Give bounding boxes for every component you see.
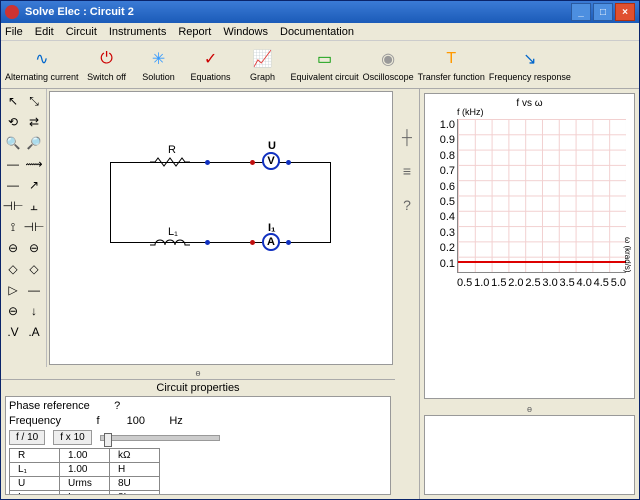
palette-tool-3[interactable]: ⇄ bbox=[24, 112, 44, 132]
menu-documentation[interactable]: Documentation bbox=[280, 26, 354, 38]
menu-file[interactable]: File bbox=[5, 26, 23, 38]
toolbar-transfer-function[interactable]: TTransfer function bbox=[418, 43, 485, 87]
menubar: File Edit Circuit Instruments Report Win… bbox=[1, 23, 639, 41]
toolbar: ∿Alternating current⏻Switch off✳Solution… bbox=[1, 41, 639, 89]
circuit-canvas[interactable]: R U V L₁ I₁ A bbox=[49, 91, 393, 365]
palette-tool-7[interactable]: ⟿ bbox=[24, 154, 44, 174]
help-icon[interactable]: ? bbox=[403, 197, 411, 213]
palette-tool-22[interactable]: .V bbox=[3, 322, 23, 342]
palette-tool-12[interactable]: ⟟ bbox=[3, 217, 23, 237]
palette-tool-5[interactable]: 🔎 bbox=[24, 133, 44, 153]
node bbox=[250, 240, 255, 245]
inductor-icon[interactable] bbox=[150, 237, 190, 249]
toolbar-equivalent-circuit[interactable]: ▭Equivalent circuit bbox=[291, 43, 359, 87]
x-axis: 0.51.01.52.02.53.03.54.04.55.0 bbox=[457, 277, 626, 289]
palette-tool-15[interactable]: ⊖ bbox=[24, 238, 44, 258]
node bbox=[205, 240, 210, 245]
palette-tool-16[interactable]: ◇ bbox=[3, 259, 23, 279]
plot-ylabel: f (kHz) bbox=[457, 107, 484, 117]
resistor-icon[interactable] bbox=[150, 157, 190, 167]
freq-label: Frequency bbox=[9, 415, 61, 427]
plot-line bbox=[458, 261, 626, 263]
node bbox=[286, 160, 291, 165]
freq-mul-button[interactable]: f x 10 bbox=[53, 430, 91, 445]
hscroll-plot: ө bbox=[420, 403, 639, 415]
app-icon bbox=[5, 5, 19, 19]
plot-grid bbox=[457, 119, 626, 273]
freq-value: 100 bbox=[127, 415, 145, 427]
toolbar-oscilloscope[interactable]: ◉Oscilloscope bbox=[363, 43, 414, 87]
close-button[interactable]: × bbox=[615, 3, 635, 21]
phase-ref-label: Phase reference bbox=[9, 400, 90, 412]
palette-tool-6[interactable]: — bbox=[3, 154, 23, 174]
toolbar-solution[interactable]: ✳Solution bbox=[135, 43, 183, 87]
menu-windows[interactable]: Windows bbox=[223, 26, 268, 38]
node bbox=[286, 240, 291, 245]
plot-xlabel: ω (krad/s) bbox=[623, 237, 632, 273]
ammeter-icon[interactable]: A bbox=[262, 233, 280, 251]
palette-tool-21[interactable]: ↓ bbox=[24, 301, 44, 321]
freq-sym: f bbox=[96, 415, 99, 427]
properties-table: R1.00kΩL₁1.00HUUrms8UI₁I₁rms8I₁ bbox=[9, 448, 160, 495]
titlebar: Solve Elec : Circuit 2 _ □ × bbox=[1, 1, 639, 23]
palette-tool-13[interactable]: ⊣⊢ bbox=[24, 217, 44, 237]
palette-tool-1[interactable]: ⤡ bbox=[24, 91, 44, 111]
label-u: U bbox=[268, 140, 276, 152]
palette-tool-0[interactable]: ↖ bbox=[3, 91, 23, 111]
palette-tool-4[interactable]: 🔍 bbox=[3, 133, 23, 153]
y-axis: 1.00.90.80.70.60.50.40.30.20.1 bbox=[429, 119, 455, 273]
phase-ref-value: ? bbox=[114, 400, 120, 412]
palette-tool-11[interactable]: ⫠ bbox=[24, 196, 44, 216]
info-panel bbox=[424, 415, 635, 495]
palette-tool-2[interactable]: ⟲ bbox=[3, 112, 23, 132]
palette-tool-10[interactable]: ⊣⊢ bbox=[3, 196, 23, 216]
menu-circuit[interactable]: Circuit bbox=[66, 26, 97, 38]
menu-edit[interactable]: Edit bbox=[35, 26, 54, 38]
palette-tool-20[interactable]: ⊖ bbox=[3, 301, 23, 321]
plot-panel: f vs ω f (kHz) 1.00.90.80.70.60.50.40.30… bbox=[424, 93, 635, 399]
hscroll-indicator: ө bbox=[1, 367, 395, 379]
maximize-button[interactable]: □ bbox=[593, 3, 613, 21]
palette-tool-14[interactable]: ⊖ bbox=[3, 238, 23, 258]
menu-report[interactable]: Report bbox=[178, 26, 211, 38]
freq-slider[interactable] bbox=[100, 435, 220, 441]
palette-tool-19[interactable]: — bbox=[24, 280, 44, 300]
node bbox=[250, 160, 255, 165]
axes-icon[interactable]: ┼ bbox=[402, 129, 412, 145]
freq-div-button[interactable]: f / 10 bbox=[9, 430, 45, 445]
toolbar-equations[interactable]: ✓Equations bbox=[187, 43, 235, 87]
palette-tool-8[interactable]: — bbox=[3, 175, 23, 195]
palette-tool-18[interactable]: ▷ bbox=[3, 280, 23, 300]
palette-tool-9[interactable]: ↗ bbox=[24, 175, 44, 195]
toolbar-frequency-response[interactable]: ↘Frequency response bbox=[489, 43, 571, 87]
plot-side-controls: ┼ ≡ ? bbox=[395, 89, 419, 499]
tool-palette: ↖⤡⟲⇄🔍🔎—⟿—↗⊣⊢⫠⟟⊣⊢⊖⊖◇◇▷—⊖↓.V.A bbox=[1, 89, 47, 367]
window-title: Solve Elec : Circuit 2 bbox=[25, 6, 571, 18]
node bbox=[205, 160, 210, 165]
zoom-icon[interactable]: ≡ bbox=[403, 163, 411, 179]
freq-unit: Hz bbox=[169, 415, 182, 427]
palette-tool-17[interactable]: ◇ bbox=[24, 259, 44, 279]
toolbar-alternating-current[interactable]: ∿Alternating current bbox=[5, 43, 79, 87]
properties-title: Circuit properties bbox=[1, 380, 395, 396]
toolbar-switch-off[interactable]: ⏻Switch off bbox=[83, 43, 131, 87]
label-r: R bbox=[168, 144, 176, 156]
toolbar-graph[interactable]: 📈Graph bbox=[239, 43, 287, 87]
plot-area[interactable]: f (kHz) 1.00.90.80.70.60.50.40.30.20.1 ω… bbox=[429, 113, 630, 293]
minimize-button[interactable]: _ bbox=[571, 3, 591, 21]
palette-tool-23[interactable]: .A bbox=[24, 322, 44, 342]
menu-instruments[interactable]: Instruments bbox=[109, 26, 166, 38]
properties-panel: Circuit properties Phase reference ? Fre… bbox=[1, 379, 395, 499]
voltmeter-icon[interactable]: V bbox=[262, 152, 280, 170]
